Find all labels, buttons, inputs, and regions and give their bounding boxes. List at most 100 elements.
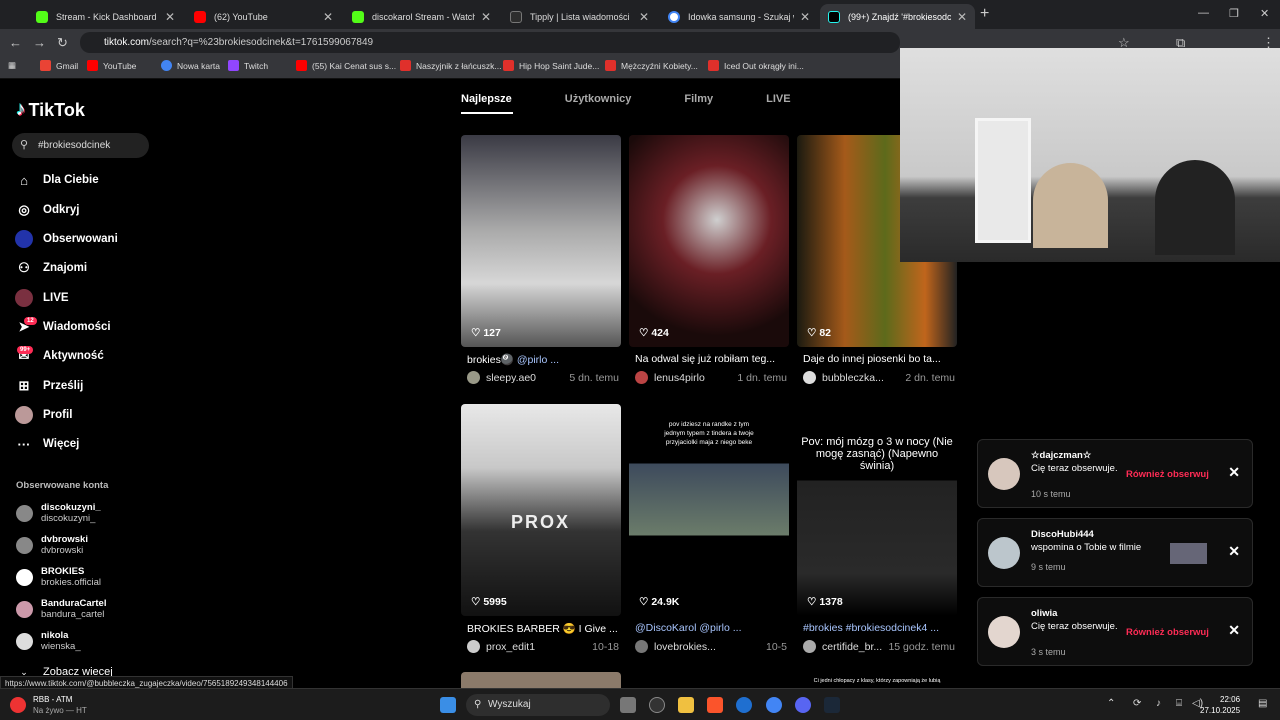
video-caption[interactable]: Na odwal się już robiłam teg... (635, 353, 787, 365)
tab-uzytkownicy[interactable]: Użytkownicy (565, 93, 632, 105)
nav-przeslij[interactable]: ⊞ Prześlij (15, 377, 84, 395)
video-caption[interactable]: brokies🎱 @pirlo ... (467, 353, 619, 366)
followed-account-nikola[interactable]: nikola wienska_ (16, 630, 81, 652)
back-icon[interactable]: ← (9, 35, 22, 50)
tab-live[interactable]: LIVE (766, 93, 790, 105)
bookmark-hip-hop[interactable]: Hip Hop Saint Jude... (503, 60, 599, 71)
chevron-up-icon[interactable]: ⌃ (1107, 698, 1115, 709)
video-caption[interactable]: Daje do innej piosenki bo ta... (803, 353, 955, 365)
close-tab-icon[interactable]: ✕ (800, 10, 810, 24)
nav-live[interactable]: LIVE (15, 289, 69, 307)
reload-icon[interactable]: ↻ (57, 35, 68, 51)
forward-icon[interactable]: → (33, 35, 46, 50)
tiktok-logo[interactable]: ♪ TikTok (16, 99, 85, 121)
browser-tab-youtube[interactable]: (62) YouTube ✕ (186, 4, 341, 29)
browser-tab-tipply[interactable]: Tipply | Lista wiadomości ✕ (502, 4, 657, 29)
video-thumbnail[interactable]: Pov: mój mózg o 3 w nocy (Nie mogę zasną… (797, 404, 957, 616)
weather-widget[interactable]: RBB - ATM Na żywo — HT (33, 694, 87, 716)
nav-dla-ciebie[interactable]: ⌂ Dla Ciebie (15, 171, 99, 189)
close-tab-icon[interactable]: ✕ (957, 10, 967, 24)
bookmark-kai-cenat[interactable]: (55) Kai Cenat sus s... (296, 60, 396, 71)
follow-back-button[interactable]: Również obserwuj (1126, 469, 1209, 480)
follow-back-button[interactable]: Również obserwuj (1126, 627, 1209, 638)
brave-icon[interactable] (707, 697, 723, 713)
avatar[interactable] (635, 371, 648, 384)
app-icon[interactable] (736, 697, 752, 713)
close-tab-icon[interactable]: ✕ (165, 10, 175, 24)
video-caption[interactable]: #brokies #brokiesodcinek4 ... (803, 622, 955, 634)
close-window-icon[interactable]: ✕ (1260, 7, 1269, 20)
minimize-icon[interactable]: — (1198, 7, 1209, 19)
avatar[interactable] (803, 371, 816, 384)
sync-icon[interactable]: ⟳ (1133, 698, 1141, 709)
taskbar-search[interactable]: ⚲ Wyszukaj (466, 694, 610, 716)
followed-account-bandura[interactable]: BanduraCartel bandura_cartel (16, 598, 106, 620)
notification-user[interactable]: ☆dajczman☆ (1031, 450, 1091, 461)
close-icon[interactable]: ✕ (1228, 622, 1240, 639)
avatar[interactable] (988, 458, 1020, 490)
close-icon[interactable]: ✕ (1228, 464, 1240, 481)
close-tab-icon[interactable]: ✕ (481, 10, 491, 24)
video-thumbnail[interactable]: ♡ 424 (629, 135, 789, 347)
caption-mention[interactable]: @pirlo ... (517, 354, 559, 366)
followed-account-brokies[interactable]: BROKIES brokies.official (16, 566, 101, 588)
caption-mention[interactable]: @DiscoKarol @pirlo ... (635, 622, 742, 634)
nav-profil[interactable]: Profil (15, 406, 72, 424)
avatar[interactable] (467, 640, 480, 653)
new-tab-button[interactable]: + (980, 5, 989, 23)
bookmark-twitch[interactable]: Twitch (228, 60, 268, 71)
notification-card[interactable]: ☆dajczman☆ Cię teraz obserwuje. 10 s tem… (977, 439, 1253, 508)
video-author[interactable]: bubbleczka... (822, 372, 901, 384)
video-author[interactable]: lenus4pirlo (654, 372, 733, 384)
tab-najlepsze[interactable]: Najlepsze (461, 93, 512, 105)
video-author[interactable]: prox_edit1 (486, 641, 588, 653)
browser-tab-google-search[interactable]: Idowka samsung - Szukaj w Go ✕ (660, 4, 818, 29)
video-author[interactable]: certifide_br... (822, 641, 884, 653)
weather-widget-icon[interactable] (10, 697, 26, 713)
microphone-icon[interactable]: ♪ (1156, 698, 1161, 709)
app-icon[interactable] (649, 697, 665, 713)
file-explorer-icon[interactable] (678, 697, 694, 713)
discord-icon[interactable] (795, 697, 811, 713)
video-thumbnail[interactable]: PROX ♡ 5995 (461, 404, 621, 616)
browser-tab-kick-dashboard[interactable]: Stream - Kick Dashboard ✕ (28, 4, 183, 29)
bookmark-gmail[interactable]: Gmail (40, 60, 78, 71)
video-thumbnail[interactable] (461, 672, 621, 688)
url-field[interactable]: tiktok.com/search?q=%23brokiesodcinek&t=… (80, 32, 900, 53)
avatar[interactable] (803, 640, 816, 653)
close-icon[interactable]: ✕ (1228, 543, 1240, 560)
video-thumbnail[interactable]: ♡ 127 (461, 135, 621, 347)
video-caption[interactable]: BROKIES BARBER 😎 I Give ... (467, 622, 619, 635)
maximize-icon[interactable]: ❐ (1229, 7, 1239, 20)
browser-tab-tiktok-active[interactable]: (99+) Znajdź '#brokiesodcinek' ✕ (820, 4, 975, 29)
avatar[interactable] (988, 616, 1020, 648)
network-icon[interactable]: ⌸ (1176, 698, 1182, 709)
search-input[interactable]: ⚲ #brokiesodcinek (12, 133, 149, 158)
avatar[interactable] (467, 371, 480, 384)
video-thumbnail[interactable]: pov idziesz na randke z tym jednym typem… (629, 404, 789, 616)
tab-filmy[interactable]: Filmy (684, 93, 713, 105)
bookmark-naszyjnik[interactable]: Naszyjnik z łańcuszk... (400, 60, 502, 71)
notifications-icon[interactable]: ▤ (1258, 698, 1267, 709)
video-author[interactable]: sleepy.ae0 (486, 372, 565, 384)
avatar[interactable] (635, 640, 648, 653)
nav-odkryj[interactable]: ◎ Odkryj (15, 201, 79, 219)
chrome-icon[interactable] (766, 697, 782, 713)
bookmark-youtube[interactable]: YouTube (87, 60, 136, 71)
task-view-icon[interactable] (620, 697, 636, 713)
nav-znajomi[interactable]: ⚇ Znajomi (15, 259, 87, 277)
notification-user[interactable]: DiscoHubi444 (1031, 529, 1094, 540)
browser-tab-discokarol-stream[interactable]: discokarol Stream - Watch Live ✕ (344, 4, 499, 29)
followed-account-dvbrowski[interactable]: dvbrowski dvbrowski (16, 534, 88, 556)
video-thumbnail[interactable] (1170, 543, 1207, 564)
taskbar-clock[interactable]: 22:06 27.10.2025 (1200, 694, 1240, 716)
steam-icon[interactable] (824, 697, 840, 713)
close-tab-icon[interactable]: ✕ (323, 10, 333, 24)
nav-wiecej[interactable]: ··· Więcej (15, 435, 80, 453)
video-thumbnail[interactable]: Ci jedni chłopacy z klasy, którzy zapown… (797, 672, 957, 688)
avatar[interactable] (988, 537, 1020, 569)
bookmark-mezczyzni[interactable]: Mężczyźni Kobiety... (605, 60, 698, 71)
bookmark-nowa-karta[interactable]: Nowa karta (161, 60, 220, 71)
notification-card[interactable]: oliwia Cię teraz obserwuje. 3 s temu Rów… (977, 597, 1253, 666)
bookmark-iced-out[interactable]: Iced Out okrągły ini... (708, 60, 804, 71)
